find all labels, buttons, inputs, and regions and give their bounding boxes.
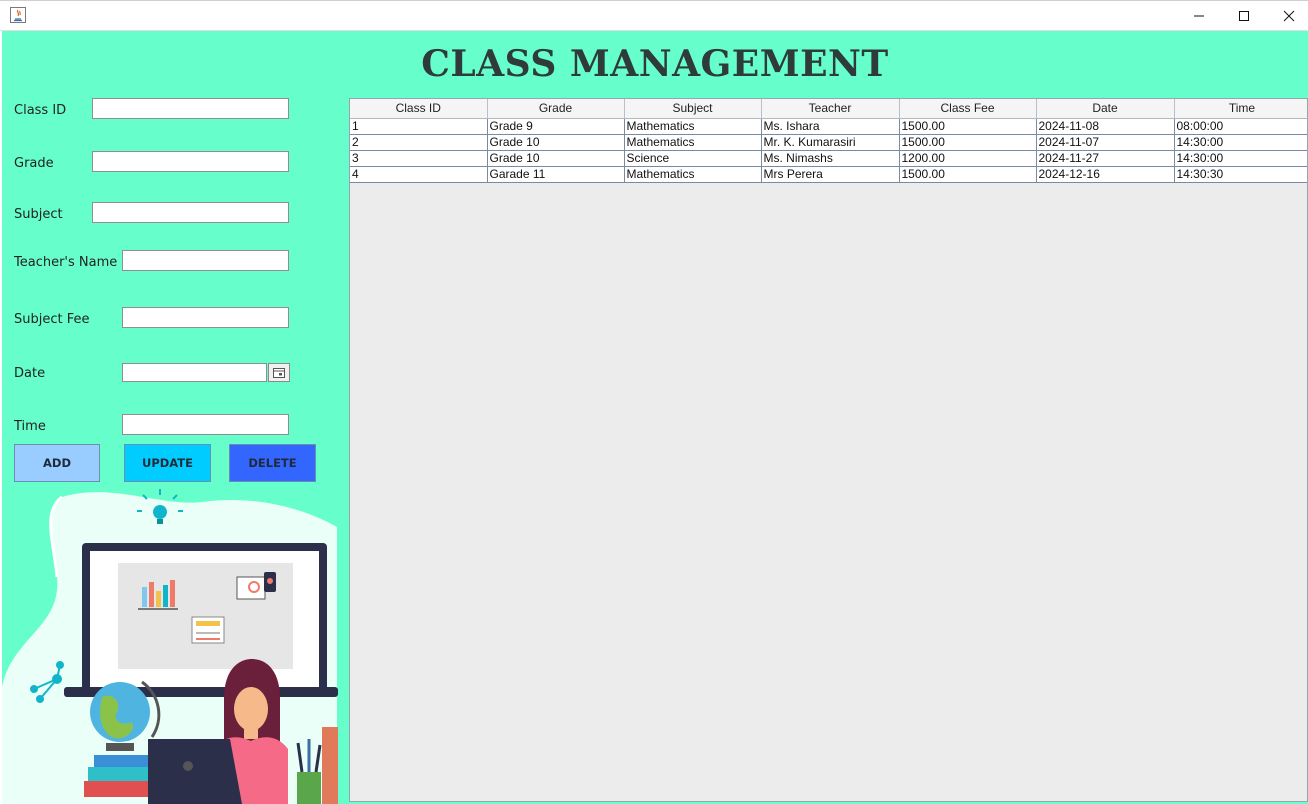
table-row[interactable]: 1 Grade 9 Mathematics Ms. Ishara 1500.00…: [350, 118, 1307, 135]
time-label: Time: [14, 419, 46, 434]
table-cell[interactable]: 3: [350, 150, 488, 167]
table-row[interactable]: 2 Grade 10 Mathematics Mr. K. Kumarasiri…: [350, 134, 1307, 151]
column-header-class-fee[interactable]: Class Fee: [899, 99, 1037, 119]
table-cell[interactable]: 4: [350, 166, 488, 183]
delete-button[interactable]: DELETE: [229, 444, 316, 482]
column-header-class-id[interactable]: Class ID: [350, 99, 488, 119]
table-cell[interactable]: 14:30:30: [1174, 166, 1307, 183]
teacher-illustration: [2, 489, 338, 804]
subject-fee-label: Subject Fee: [14, 312, 90, 327]
table-cell[interactable]: Mrs Perera: [761, 166, 900, 183]
minimize-button[interactable]: [1176, 1, 1222, 31]
table-header-row: Class ID Grade Subject Teacher Class Fee…: [350, 99, 1307, 119]
subject-fee-input[interactable]: [122, 307, 289, 328]
table-cell[interactable]: Ms. Nimashs: [761, 150, 900, 167]
table-cell[interactable]: 14:30:00: [1174, 134, 1307, 151]
table-cell[interactable]: Mathematics: [624, 134, 762, 151]
table-cell[interactable]: Science: [624, 150, 762, 167]
main-panel: CLASS MANAGEMENT Class ID Grade Subject …: [2, 31, 1308, 804]
teacher-name-label: Teacher's Name: [14, 255, 118, 270]
table-cell[interactable]: 2024-11-08: [1036, 118, 1175, 135]
calendar-icon: [273, 367, 285, 378]
subject-input[interactable]: [92, 202, 289, 223]
table-cell[interactable]: 2024-11-27: [1036, 150, 1175, 167]
table-cell[interactable]: 2: [350, 134, 488, 151]
window-titlebar: [0, 0, 1308, 31]
grade-label: Grade: [14, 156, 54, 171]
table-cell[interactable]: Mathematics: [624, 166, 762, 183]
column-header-teacher[interactable]: Teacher: [761, 99, 900, 119]
table-cell[interactable]: Grade 10: [487, 134, 625, 151]
column-header-time[interactable]: Time: [1174, 99, 1307, 119]
date-label: Date: [14, 366, 46, 381]
date-input[interactable]: [122, 363, 267, 382]
column-header-subject[interactable]: Subject: [624, 99, 762, 119]
table-cell[interactable]: Garade 11: [487, 166, 625, 183]
table-cell[interactable]: Mr. K. Kumarasiri: [761, 134, 900, 151]
column-header-grade[interactable]: Grade: [487, 99, 625, 119]
table-cell[interactable]: 1: [350, 118, 488, 135]
table-cell[interactable]: 1500.00: [899, 118, 1037, 135]
update-button[interactable]: UPDATE: [124, 444, 211, 482]
maximize-button[interactable]: [1221, 1, 1267, 31]
table-cell[interactable]: 1500.00: [899, 166, 1037, 183]
close-icon: [1283, 10, 1295, 22]
add-button[interactable]: ADD: [14, 444, 100, 482]
table-cell[interactable]: 2024-12-16: [1036, 166, 1175, 183]
table-cell[interactable]: Grade 10: [487, 150, 625, 167]
table-cell[interactable]: 1200.00: [899, 150, 1037, 167]
class-table[interactable]: Class ID Grade Subject Teacher Class Fee…: [349, 98, 1308, 802]
table-cell[interactable]: 1500.00: [899, 134, 1037, 151]
table-row[interactable]: 4 Garade 11 Mathematics Mrs Perera 1500.…: [350, 166, 1307, 183]
table-cell[interactable]: Grade 9: [487, 118, 625, 135]
teacher-name-input[interactable]: [122, 250, 289, 271]
table-cell[interactable]: Ms. Ishara: [761, 118, 900, 135]
page-title: CLASS MANAGEMENT: [421, 43, 889, 85]
class-id-label: Class ID: [14, 103, 67, 118]
grade-input[interactable]: [92, 151, 289, 172]
date-picker-button[interactable]: [268, 363, 290, 382]
class-id-input[interactable]: [92, 98, 289, 119]
time-input[interactable]: [122, 414, 289, 435]
close-button[interactable]: [1266, 1, 1308, 31]
maximize-icon: [1239, 11, 1249, 21]
subject-label: Subject: [14, 207, 63, 222]
java-icon: [10, 7, 26, 23]
table-row[interactable]: 3 Grade 10 Science Ms. Nimashs 1200.00 2…: [350, 150, 1307, 167]
table-cell[interactable]: Mathematics: [624, 118, 762, 135]
minimize-icon: [1194, 15, 1204, 17]
table-cell[interactable]: 08:00:00: [1174, 118, 1307, 135]
table-cell[interactable]: 2024-11-07: [1036, 134, 1175, 151]
column-header-date[interactable]: Date: [1036, 99, 1175, 119]
class-table-grid: Class ID Grade Subject Teacher Class Fee…: [350, 99, 1307, 183]
table-cell[interactable]: 14:30:00: [1174, 150, 1307, 167]
